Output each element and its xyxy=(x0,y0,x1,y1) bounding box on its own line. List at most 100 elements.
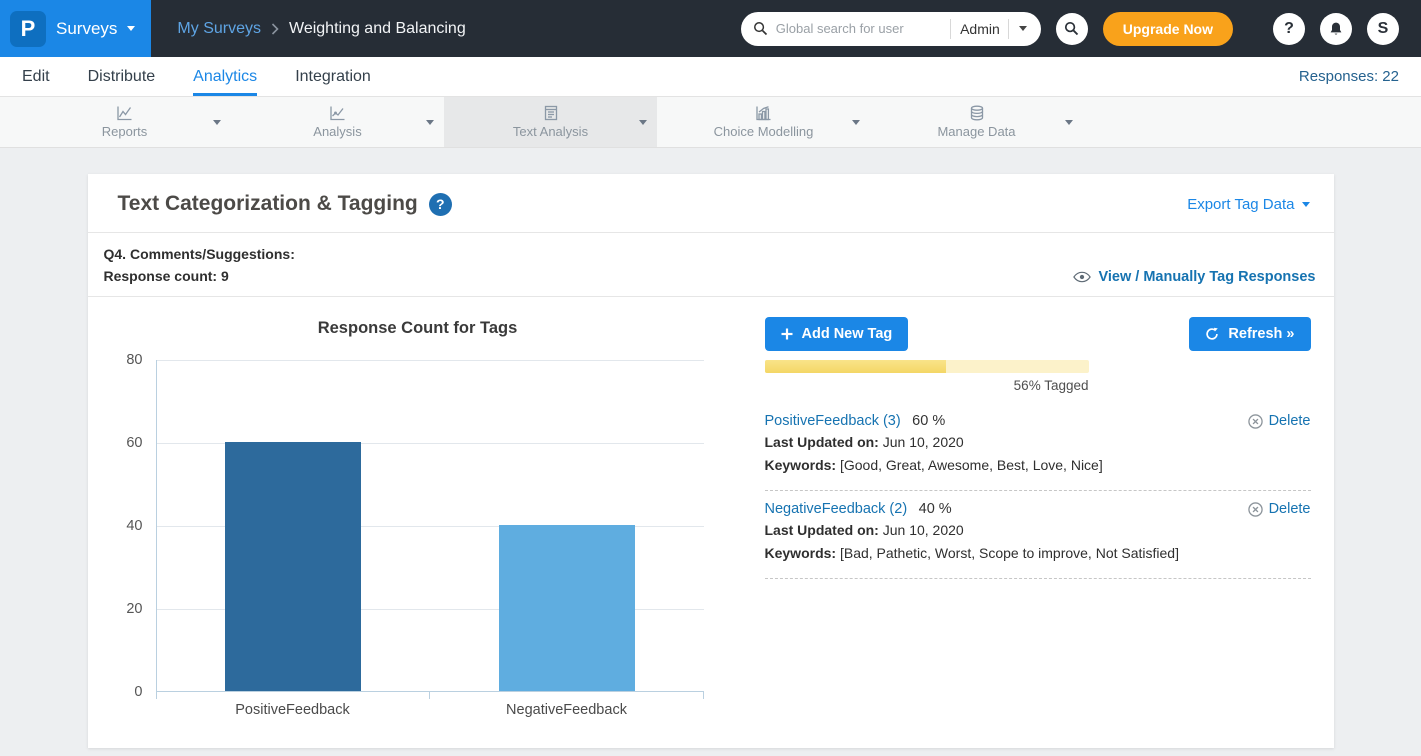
chevron-right-icon xyxy=(271,23,279,35)
gridline xyxy=(156,360,704,361)
chevron-down-icon xyxy=(127,26,135,31)
tab-label: Analysis xyxy=(313,124,361,139)
search-scope[interactable]: Admin xyxy=(960,21,1000,37)
tag-updated-label: Last Updated on: xyxy=(765,522,879,538)
circle-x-icon xyxy=(1248,502,1263,517)
y-tick: 80 xyxy=(113,352,143,368)
analytics-toolbar: Reports Analysis Text Analysis xyxy=(0,97,1421,148)
delete-label: Delete xyxy=(1269,413,1311,429)
chevron-down-icon[interactable] xyxy=(639,120,647,125)
nav-distribute[interactable]: Distribute xyxy=(88,57,156,96)
category-label: NegativeFeedback xyxy=(430,702,704,718)
product-label: Surveys xyxy=(56,19,117,39)
delete-tag-link[interactable]: Delete xyxy=(1248,413,1311,429)
tag-updated-label: Last Updated on: xyxy=(765,434,879,450)
question-mark-icon: ? xyxy=(1284,20,1294,38)
upgrade-button[interactable]: Upgrade Now xyxy=(1103,12,1233,46)
chart-bar[interactable] xyxy=(225,442,361,691)
delete-tag-link[interactable]: Delete xyxy=(1248,501,1311,517)
view-manually-tag-link[interactable]: View / Manually Tag Responses xyxy=(1073,269,1315,287)
y-tick: 0 xyxy=(113,684,143,700)
analysis-icon xyxy=(329,105,346,121)
main-content: Text Categorization & Tagging ? Export T… xyxy=(0,148,1421,756)
tag-keywords-value: [Bad, Pathetic, Worst, Scope to improve,… xyxy=(840,545,1179,561)
notifications-button[interactable] xyxy=(1320,13,1352,45)
search-input[interactable] xyxy=(776,21,941,36)
tags-panel: Add New Tag Refresh » 56% xyxy=(736,311,1311,718)
chevron-down-icon xyxy=(1302,202,1310,207)
help-icon[interactable]: ? xyxy=(429,193,452,216)
tab-label: Choice Modelling xyxy=(714,124,814,139)
manage-data-icon xyxy=(969,105,985,121)
reports-icon xyxy=(116,105,133,121)
tagged-progress xyxy=(765,360,1089,373)
eye-icon xyxy=(1073,271,1091,283)
chevron-down-icon[interactable] xyxy=(852,120,860,125)
tag-item: NegativeFeedback (2) 40 % Last Updated o… xyxy=(765,491,1311,579)
delete-label: Delete xyxy=(1269,501,1311,517)
text-categorization-card: Text Categorization & Tagging ? Export T… xyxy=(88,174,1334,748)
nav-analytics[interactable]: Analytics xyxy=(193,57,257,96)
tag-name-link[interactable]: NegativeFeedback (2) xyxy=(765,501,908,517)
nav-integration[interactable]: Integration xyxy=(295,57,371,96)
tab-text-analysis[interactable]: Text Analysis xyxy=(444,97,657,147)
export-tag-data-link[interactable]: Export Tag Data xyxy=(1187,196,1309,213)
tag-updated-value: Jun 10, 2020 xyxy=(883,434,964,450)
search-button[interactable] xyxy=(1056,13,1088,45)
search-icon xyxy=(753,21,768,36)
tab-analysis[interactable]: Analysis xyxy=(231,97,444,147)
tag-percent: 40 % xyxy=(919,501,952,517)
breadcrumb: My Surveys Weighting and Balancing xyxy=(177,20,465,38)
y-tick: 60 xyxy=(113,435,143,451)
surveys-menu[interactable]: P Surveys xyxy=(0,0,151,57)
tag-name-link[interactable]: PositiveFeedback (3) xyxy=(765,413,901,429)
category-labels: PositiveFeedback NegativeFeedback xyxy=(156,702,704,718)
chart-plot: 80 60 40 20 0 xyxy=(156,360,704,692)
search-icon xyxy=(1064,21,1079,36)
x-tick xyxy=(429,692,430,699)
divider xyxy=(950,19,951,39)
search-scope-dropdown[interactable] xyxy=(1008,19,1029,39)
response-count: Response count: 9 xyxy=(104,265,295,287)
tag-keywords-value: [Good, Great, Awesome, Best, Love, Nice] xyxy=(840,457,1103,473)
responses-count: Responses: 22 xyxy=(1299,57,1399,96)
avatar[interactable]: S xyxy=(1367,13,1399,45)
tab-reports[interactable]: Reports xyxy=(18,97,231,147)
tag-keywords-label: Keywords: xyxy=(765,457,837,473)
text-analysis-icon xyxy=(543,105,559,121)
page-title: Text Categorization & Tagging xyxy=(118,192,418,216)
breadcrumb-current: Weighting and Balancing xyxy=(289,20,466,38)
card-body: Response Count for Tags 80 60 40 20 0 xyxy=(88,297,1334,748)
choice-modelling-icon xyxy=(755,105,772,121)
refresh-button[interactable]: Refresh » xyxy=(1189,317,1310,351)
chevron-down-icon[interactable] xyxy=(426,120,434,125)
add-new-tag-button[interactable]: Add New Tag xyxy=(765,317,909,351)
chevron-down-icon[interactable] xyxy=(213,120,221,125)
survey-nav: Edit Distribute Analytics Integration Re… xyxy=(0,57,1421,97)
questionpro-logo: P xyxy=(10,11,46,47)
add-new-tag-label: Add New Tag xyxy=(802,326,893,342)
circle-x-icon xyxy=(1248,414,1263,429)
tag-updated-value: Jun 10, 2020 xyxy=(883,522,964,538)
chevron-down-icon xyxy=(1019,26,1027,31)
question-row: Q4. Comments/Suggestions: Response count… xyxy=(88,233,1334,296)
question-info: Q4. Comments/Suggestions: Response count… xyxy=(104,243,295,287)
chart-title: Response Count for Tags xyxy=(100,319,736,338)
panel-actions: Add New Tag Refresh » xyxy=(765,317,1311,351)
y-tick: 20 xyxy=(113,601,143,617)
chart-bar[interactable] xyxy=(499,525,635,691)
tag-item: PositiveFeedback (3) 60 % Last Updated o… xyxy=(765,403,1311,491)
tab-manage-data[interactable]: Manage Data xyxy=(870,97,1083,147)
help-button[interactable]: ? xyxy=(1273,13,1305,45)
page: P Surveys My Surveys Weighting and Balan… xyxy=(0,0,1421,756)
nav-edit[interactable]: Edit xyxy=(22,57,50,96)
x-tick xyxy=(703,692,704,699)
breadcrumb-my-surveys[interactable]: My Surveys xyxy=(177,20,261,38)
card-header: Text Categorization & Tagging ? Export T… xyxy=(88,174,1334,232)
y-axis xyxy=(156,360,157,692)
topbar: P Surveys My Surveys Weighting and Balan… xyxy=(0,0,1421,57)
view-manually-tag-label: View / Manually Tag Responses xyxy=(1098,269,1315,285)
tab-choice-modelling[interactable]: Choice Modelling xyxy=(657,97,870,147)
chevron-down-icon[interactable] xyxy=(1065,120,1073,125)
refresh-label: Refresh » xyxy=(1228,326,1294,342)
